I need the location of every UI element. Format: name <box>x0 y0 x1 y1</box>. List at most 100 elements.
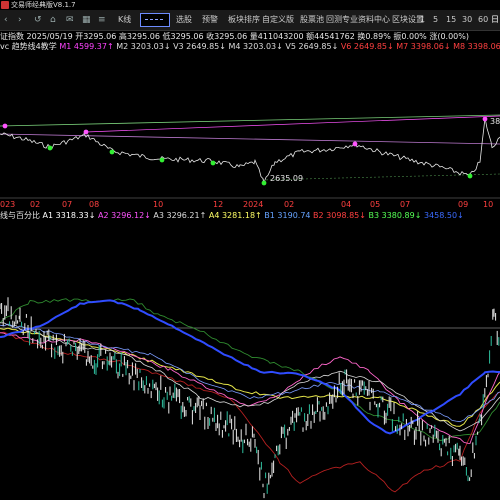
marker-low <box>261 180 267 186</box>
date-tick: 09 <box>458 200 468 209</box>
period-1min[interactable]: 1 <box>420 15 425 25</box>
indicator-line-a2 <box>0 332 500 444</box>
marker-high <box>83 129 89 135</box>
ind-a2: A2 3296.12↓ <box>97 211 151 220</box>
trend-line-magenta <box>0 133 500 145</box>
date-tick: 12 <box>213 200 223 209</box>
date-axis: 023 02 07 08 10 12 2024 02 04 05 07 09 1… <box>0 200 493 209</box>
ma-m4: M4 3203.03↓ <box>228 42 283 51</box>
period-15min[interactable]: 15 <box>446 15 456 25</box>
ma-m8: M8 3398.06↓ <box>453 42 500 51</box>
back-icon[interactable]: ‹ <box>4 15 8 25</box>
indicator-line-b1 <box>0 323 500 423</box>
date-tick: 07 <box>62 200 72 209</box>
period-30min[interactable]: 30 <box>462 15 472 25</box>
date-tick: 07 <box>400 200 410 209</box>
open-label: 开 <box>75 32 84 41</box>
toolbar-button-data-center[interactable]: 资料中心 <box>358 15 390 25</box>
indicator-title: 线与百分比 <box>0 211 40 220</box>
date-tick: 08 <box>89 200 99 209</box>
low-price-label: 2635.09 <box>270 174 303 183</box>
index-name: 证指数 <box>0 32 24 41</box>
marker-low <box>467 173 473 179</box>
trend-line-green <box>0 114 500 127</box>
ind-b3: B3 3380.89↓ <box>368 211 422 220</box>
marker-low <box>47 145 53 151</box>
ind-b2: B2 3098.85↓ <box>313 211 366 220</box>
date-tick: 2024 <box>243 200 263 209</box>
marker-high <box>2 123 8 129</box>
period-day[interactable]: 日 <box>491 15 499 25</box>
marker-high <box>482 116 488 122</box>
volume-value: 411043200 <box>257 32 304 41</box>
ma-prefix: vc <box>0 42 10 51</box>
ind-b1: B1 3190.74 <box>264 211 311 220</box>
ind-b4: 3458.50↓ <box>423 211 464 220</box>
close-value: 3295.06 <box>214 32 248 41</box>
ma-v5: V5 2649.85↓ <box>285 42 339 51</box>
toolbar-button-backtest[interactable]: 回测专业 <box>326 15 358 25</box>
title-bar: 交易师经典版V8.1.7 <box>0 0 500 10</box>
indicator-line-b3 <box>0 298 500 441</box>
home-icon[interactable]: ⌂ <box>50 15 56 25</box>
period-60min[interactable]: 60 <box>478 15 488 25</box>
toolbar-button-sector-sort[interactable]: 板块排序 <box>228 15 260 25</box>
indicator-line-a4 <box>0 327 500 427</box>
date-tick: 02 <box>284 200 294 209</box>
high-label: 高 <box>118 32 127 41</box>
quote-info-row: 证指数 2025/05/19 开3295.06 高3295.06 低3295.0… <box>0 31 500 42</box>
price-line <box>0 117 500 184</box>
ind-a3: A3 3296.21↑ <box>153 211 207 220</box>
period-selector[interactable] <box>140 13 170 27</box>
low-value: 3295.06 <box>170 32 204 41</box>
date-tick: 10 <box>483 200 493 209</box>
ma-v3: V3 2649.85↓ <box>173 42 226 51</box>
candlestick-series <box>0 297 500 499</box>
quote-date: 2025/05/19 <box>26 32 73 41</box>
toolbar-button-stock-pool[interactable]: 股票池 <box>300 15 324 25</box>
indicator-legend-row: 线与百分比 A1 3318.33↓ A2 3296.12↓ A3 3296.21… <box>0 211 500 221</box>
period-5min[interactable]: 5 <box>433 15 438 25</box>
indicator-name: 趋势线4教学 <box>11 42 57 51</box>
date-tick: 023 <box>0 200 15 209</box>
ma-legend-row: vc 趋势线4教学 M1 4599.37↑ M2 3203.03↓ V3 264… <box>0 42 500 52</box>
amount-value: 44541762 <box>314 32 355 41</box>
window-title: 交易师经典版V8.1.7 <box>11 1 76 9</box>
refresh-icon[interactable]: ↺ <box>34 15 42 25</box>
marker-low <box>109 149 115 155</box>
message-icon[interactable]: ✉ <box>66 15 74 25</box>
app-logo-icon <box>1 1 9 9</box>
volume-label: 量 <box>249 32 258 41</box>
menu-icon[interactable]: ≡ <box>98 15 106 25</box>
ind-a1: A1 3318.33↓ <box>42 211 96 220</box>
date-tick: 02 <box>30 200 40 209</box>
toolbar-button-xuangu[interactable]: 选股 <box>176 15 192 25</box>
high-value: 3295.06 <box>126 32 160 41</box>
toolbar-button-alert[interactable]: 预警 <box>202 15 218 25</box>
ma-v6: V6 2649.85↓ <box>340 42 394 51</box>
date-tick: 04 <box>341 200 351 209</box>
high-price-label: 38 <box>490 117 500 126</box>
indicator-line-b4 <box>0 299 500 435</box>
ind-a4: A4 3281.18↑ <box>208 211 262 220</box>
kline-label[interactable]: K线 <box>118 15 131 25</box>
marker-low <box>210 160 216 166</box>
trend-line-pink <box>85 115 500 133</box>
toolbar-button-custom-layout[interactable]: 自定义版 <box>262 15 294 25</box>
forward-icon[interactable]: › <box>18 15 22 25</box>
marker-low <box>159 157 165 163</box>
ma-m1: M1 4599.37↑ <box>59 42 114 51</box>
date-tick: 05 <box>370 200 380 209</box>
marker-high <box>352 141 358 147</box>
close-label: 收 <box>206 32 215 41</box>
ma-m2: M2 3203.03↓ <box>116 42 171 51</box>
grid-icon[interactable]: ▦ <box>82 15 91 25</box>
price-chart[interactable]: 2635.09 38 023 02 07 08 10 12 2024 02 04… <box>0 52 500 210</box>
turnover-value: 0.89% <box>365 32 391 41</box>
amplitude-value: 0.00% <box>401 32 427 41</box>
indicator-chart[interactable] <box>0 222 500 500</box>
change-value: (0.00%) <box>437 32 469 41</box>
ma-m7: M7 3398.06↓ <box>396 42 451 51</box>
amount-label: 额 <box>306 32 315 41</box>
open-value: 3295.06 <box>83 32 117 41</box>
